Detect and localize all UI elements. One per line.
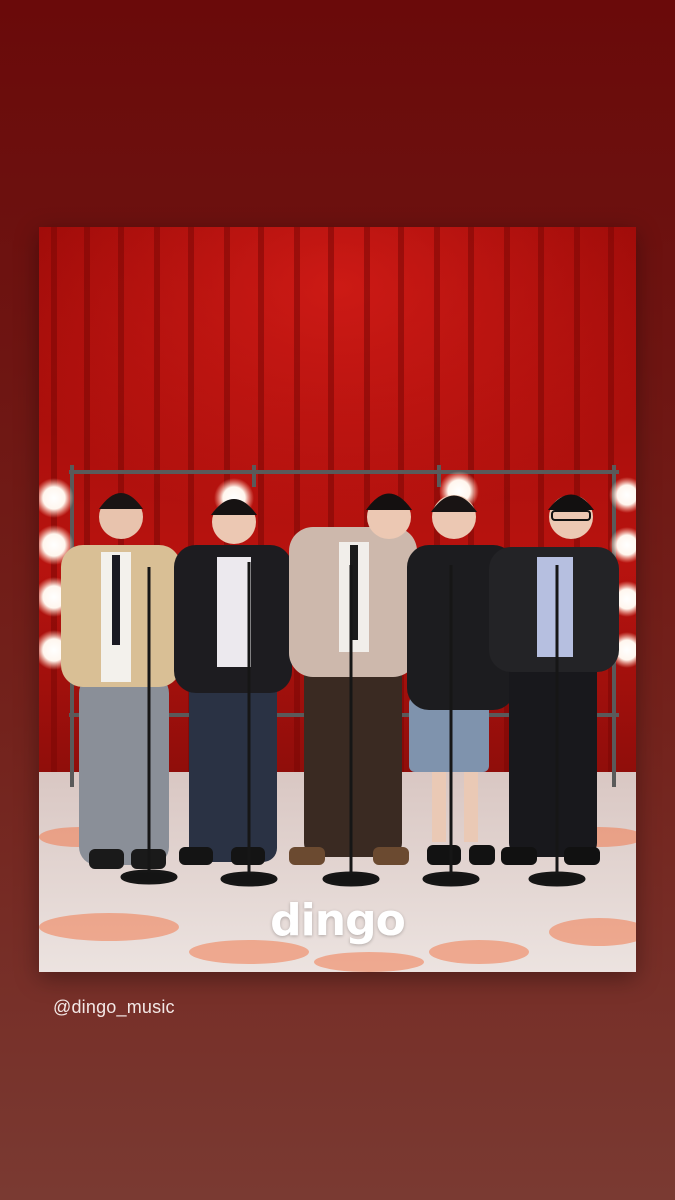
stage-photo [39, 227, 636, 972]
story-photo[interactable]: dingo [39, 227, 636, 972]
dingo-logo: dingo [270, 895, 406, 946]
author-handle-link[interactable]: @dingo_music [53, 997, 175, 1018]
